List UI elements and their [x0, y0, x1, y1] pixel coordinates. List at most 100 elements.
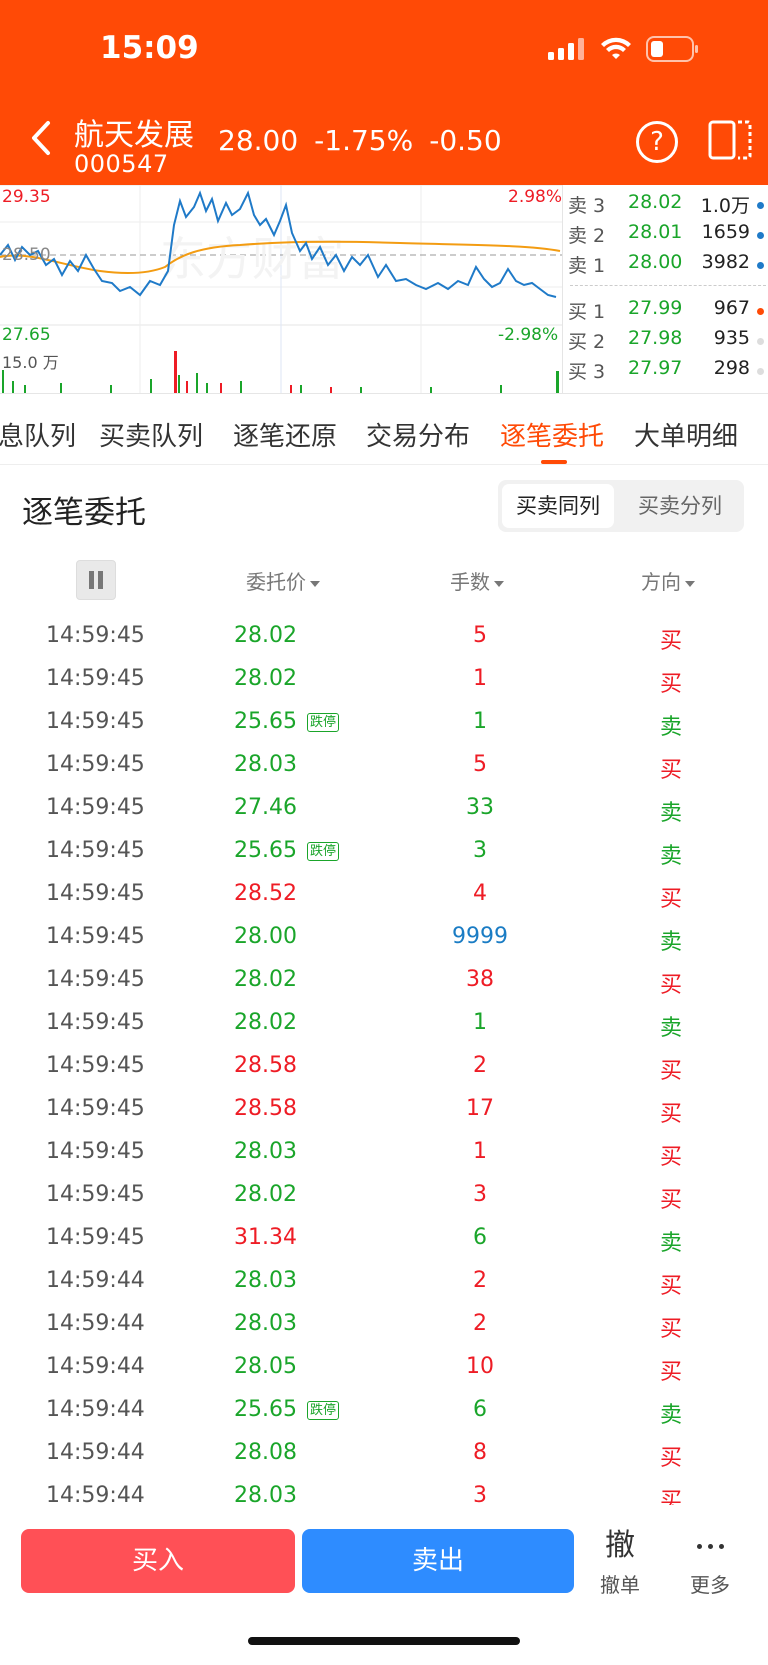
- row-price: 28.03: [234, 752, 297, 777]
- more-label: 更多: [690, 1573, 730, 1597]
- tab-tick-restore[interactable]: 逐笔还原: [233, 416, 337, 453]
- chart-low-pct: -2.98%: [498, 325, 559, 345]
- caret-down-icon: [685, 580, 695, 587]
- seg-split-column[interactable]: 买卖分列: [622, 484, 738, 528]
- more-dots-icon: [682, 1529, 738, 1563]
- limit-down-tag: 跌停: [307, 842, 340, 861]
- row-price: 28.03: [234, 1311, 297, 1336]
- tab-trade-distribution[interactable]: 交易分布: [366, 416, 470, 453]
- col-header-qty[interactable]: 手数: [450, 566, 504, 595]
- row-time: 14:59:44: [46, 1311, 145, 1336]
- table-row: 14:59:45 28.58 17 买: [0, 1088, 768, 1131]
- tab-tick-orders[interactable]: 逐笔委托: [500, 416, 604, 453]
- tick-order-list[interactable]: 14:59:45 28.02 5 买 14:59:45 28.02 1 买 14:59:45 25…: [0, 615, 768, 1518]
- limit-down-tag: 跌停: [307, 1401, 340, 1420]
- ask-dot: [757, 262, 764, 269]
- chart-ref: 28.50: [2, 245, 51, 265]
- row-direction: 卖: [660, 801, 683, 826]
- ask-row: 卖 1 28.00 3982: [568, 251, 764, 281]
- row-qty: 6: [473, 1225, 487, 1250]
- cancel-order-button[interactable]: 撤 撤单: [592, 1529, 648, 1598]
- row-time: 14:59:45: [46, 1053, 145, 1078]
- tab-queue-info[interactable]: 息队列: [0, 416, 76, 453]
- more-button[interactable]: 更多: [682, 1529, 738, 1598]
- chart-volume-label: 15.0 万: [2, 353, 59, 372]
- row-time: 14:59:45: [46, 881, 145, 906]
- table-row: 14:59:45 28.02 38 买: [0, 959, 768, 1002]
- app-header: 15:09 航天发展 000547 28.00 -1.75% -0.50 ?: [0, 0, 768, 185]
- row-price: 28.05: [234, 1354, 297, 1379]
- chart-low: 27.65: [2, 325, 51, 345]
- table-row: 14:59:44 28.03 2 买: [0, 1260, 768, 1303]
- row-price: 28.52: [234, 881, 297, 906]
- watermark: 东方财富: [160, 232, 344, 286]
- stock-price: 28.00: [218, 124, 299, 157]
- back-icon[interactable]: [26, 118, 56, 158]
- row-time: 14:59:45: [46, 1010, 145, 1035]
- status-icons: [548, 36, 700, 62]
- bid-dot: [757, 338, 764, 345]
- row-direction: 买: [660, 1188, 683, 1213]
- row-direction: 买: [660, 1446, 683, 1471]
- row-time: 14:59:44: [46, 1397, 145, 1422]
- col-header-price[interactable]: 委托价: [246, 566, 320, 595]
- row-direction: 卖: [660, 1231, 683, 1256]
- mini-chart-area[interactable]: 东方财富 29.35 2.98% 28.50 27.65 -2.98% 15.0…: [0, 185, 768, 393]
- row-price: 28.03: [234, 1268, 297, 1293]
- row-time: 14:59:45: [46, 1225, 145, 1250]
- sell-button[interactable]: 卖出: [302, 1529, 574, 1593]
- row-price: 28.58: [234, 1096, 297, 1121]
- stock-change: -0.50: [429, 124, 502, 157]
- pause-button[interactable]: [76, 560, 116, 600]
- row-price: 28.03: [234, 1139, 297, 1164]
- row-price: 28.02: [234, 1010, 297, 1035]
- row-direction: 买: [660, 1317, 683, 1342]
- row-direction: 买: [660, 1145, 683, 1170]
- row-time: 14:59:45: [46, 666, 145, 691]
- row-qty: 2: [473, 1053, 487, 1078]
- row-direction: 买: [660, 1059, 683, 1084]
- chart-high-pct: 2.98%: [508, 187, 563, 207]
- section-title: 逐笔委托: [22, 495, 146, 531]
- row-price: 28.58: [234, 1053, 297, 1078]
- row-direction: 买: [660, 629, 683, 654]
- tab-bid-ask-queue[interactable]: 买卖队列: [99, 416, 203, 453]
- ask-dot: [757, 232, 764, 239]
- row-time: 14:59:44: [46, 1268, 145, 1293]
- row-direction: 买: [660, 887, 683, 912]
- row-time: 14:59:45: [46, 838, 145, 863]
- row-price: 28.02: [234, 666, 297, 691]
- cancel-icon: 撤: [605, 1528, 635, 1563]
- row-qty: 38: [466, 967, 494, 992]
- bid-row: 买 3 27.97 298: [568, 357, 764, 387]
- row-qty: 17: [466, 1096, 494, 1121]
- table-row: 14:59:45 27.46 33 卖: [0, 787, 768, 830]
- row-direction: 卖: [660, 1016, 683, 1041]
- row-time: 14:59:45: [46, 752, 145, 777]
- table-row: 14:59:45 28.03 5 买: [0, 744, 768, 787]
- row-direction: 卖: [660, 715, 683, 740]
- row-time: 14:59:45: [46, 709, 145, 734]
- row-time: 14:59:45: [46, 967, 145, 992]
- row-direction: 买: [660, 1274, 683, 1299]
- help-button[interactable]: ?: [636, 121, 678, 163]
- table-row: 14:59:45 28.03 1 买: [0, 1131, 768, 1174]
- row-price: 28.02: [234, 1182, 297, 1207]
- row-direction: 买: [660, 1360, 683, 1385]
- row-qty: 8: [473, 1440, 487, 1465]
- seg-same-column[interactable]: 买卖同列: [502, 484, 614, 528]
- row-time: 14:59:45: [46, 1139, 145, 1164]
- row-price: 28.02: [234, 623, 297, 648]
- row-price: 25.65: [234, 709, 297, 734]
- landscape-switch-icon[interactable]: [708, 120, 752, 160]
- table-row: 14:59:45 28.00 9999 卖: [0, 916, 768, 959]
- tab-large-orders[interactable]: 大单明细: [634, 416, 738, 453]
- row-qty: 3: [473, 1182, 487, 1207]
- table-row: 14:59:44 28.03 2 买: [0, 1303, 768, 1346]
- buy-button[interactable]: 买入: [21, 1529, 295, 1593]
- active-tab-indicator: [541, 460, 567, 464]
- cancel-label: 撤单: [600, 1573, 640, 1597]
- col-header-dir[interactable]: 方向: [641, 566, 695, 595]
- row-qty: 1: [473, 666, 487, 691]
- row-qty: 33: [466, 795, 494, 820]
